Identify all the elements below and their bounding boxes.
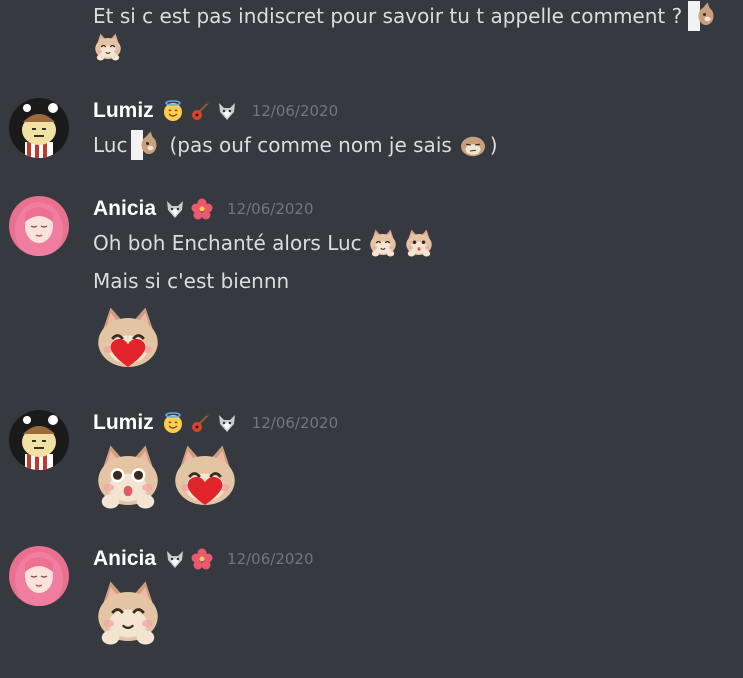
message-timestamp: 12/06/2020: [251, 414, 339, 432]
user-badges: [162, 412, 238, 434]
message-header: Anicia 12/06/2020: [93, 196, 314, 222]
avatar-anicia[interactable]: [9, 546, 69, 606]
wolf-icon: [167, 201, 184, 218]
message-text: Luc: [93, 133, 128, 157]
wolf-icon: [218, 415, 235, 432]
username-lumiz[interactable]: Lumiz: [93, 99, 154, 123]
message-text: Et si c est pas indiscret pour savoir tu…: [93, 4, 683, 28]
username-anicia[interactable]: Anicia: [93, 197, 156, 221]
heart-cat-emoji[interactable]: [170, 442, 240, 512]
message-header: Anicia 12/06/2020: [93, 546, 314, 572]
username-anicia[interactable]: Anicia: [93, 547, 156, 571]
message-line: Mais si c'est biennn: [93, 266, 289, 296]
guitar-icon: [191, 101, 210, 120]
happy-cat-emoji[interactable]: [368, 228, 398, 258]
avatar-lumiz[interactable]: [9, 410, 69, 470]
happy-cat-emoji[interactable]: [93, 32, 123, 62]
message-line: Et si c est pas indiscret pour savoir tu…: [93, 1, 718, 31]
hibiscus-icon: [191, 198, 213, 220]
message-text: ): [489, 133, 498, 157]
peeking-cat-emoji[interactable]: [131, 130, 161, 160]
user-badges: [164, 548, 213, 570]
username-lumiz[interactable]: Lumiz: [93, 411, 154, 435]
angel-face-emoji-icon: [163, 100, 182, 121]
wolf-icon: [167, 551, 184, 568]
smug-cat-emoji[interactable]: [458, 130, 488, 160]
message-text: (pas ouf comme nom je sais: [169, 133, 452, 157]
chat-messages: Et si c est pas indiscret pour savoir tu…: [0, 0, 743, 678]
angel-face-emoji-icon: [163, 412, 182, 433]
avatar-anicia[interactable]: [9, 196, 69, 256]
excited-cat-emoji[interactable]: [93, 442, 163, 512]
message-timestamp: 12/06/2020: [227, 200, 314, 218]
message-header: Lumiz 12/06/2020: [93, 98, 338, 124]
message-timestamp: 12/06/2020: [227, 550, 314, 568]
user-badges: [162, 100, 238, 122]
heart-cat-emoji[interactable]: [93, 304, 163, 374]
wolf-icon: [218, 103, 235, 120]
message-text: Oh boh Enchanté alors Luc: [93, 231, 362, 255]
message-line: Luc (pas ouf comme nom je sais ): [93, 130, 498, 160]
cheek-cat-emoji[interactable]: [404, 228, 434, 258]
peeking-cat-emoji[interactable]: [688, 1, 718, 31]
user-badges: [164, 198, 213, 220]
avatar-lumiz[interactable]: [9, 98, 69, 158]
message-text: Mais si c'est biennn: [93, 269, 290, 293]
message-line: Oh boh Enchanté alors Luc: [93, 228, 434, 258]
message-header: Lumiz 12/06/2020: [93, 410, 338, 436]
happy-cat-emoji[interactable]: [93, 578, 163, 648]
guitar-icon: [191, 413, 210, 432]
message-timestamp: 12/06/2020: [251, 102, 339, 120]
hibiscus-icon: [191, 548, 213, 570]
